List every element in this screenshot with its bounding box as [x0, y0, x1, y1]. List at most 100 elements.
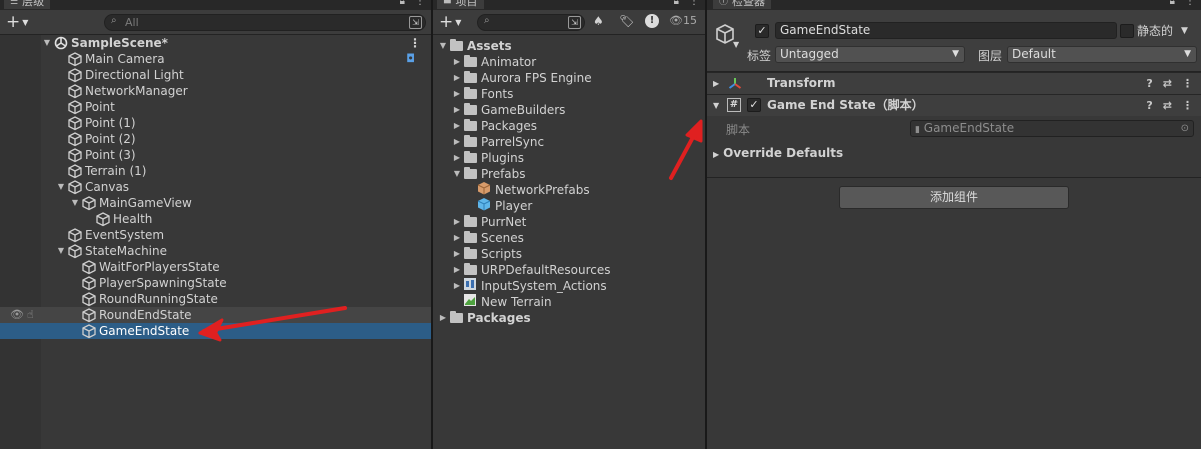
create-asset-button[interactable]: + ▼	[439, 13, 461, 31]
expand-arrow-icon[interactable]: ▶	[451, 102, 463, 118]
expand-arrow-icon[interactable]: ▶	[451, 86, 463, 102]
project-item[interactable]: ▶ GameBuilders	[433, 102, 705, 118]
expand-arrow-icon[interactable]: ▶	[451, 214, 463, 230]
expand-arrow-icon[interactable]: ▼	[437, 38, 449, 54]
hierarchy-item[interactable]: EventSystem	[0, 227, 431, 243]
expand-arrow-icon[interactable]: ▶	[713, 73, 719, 94]
presets-icon[interactable]: ⇄	[1163, 95, 1172, 116]
lock-icon[interactable]: 🔒︎	[400, 0, 405, 7]
more-menu-icon[interactable]: ⋮	[1185, 0, 1195, 7]
expand-arrow-icon[interactable]: ▶	[451, 246, 463, 262]
create-button[interactable]: + ▼	[6, 13, 28, 31]
warning-icon[interactable]: !	[645, 14, 659, 28]
hierarchy-item[interactable]: Point	[0, 99, 431, 115]
project-search-input[interactable]: ⌕ ⇲	[477, 14, 585, 31]
project-item[interactable]: ▶ Animator	[433, 54, 705, 70]
hierarchy-item[interactable]: Health	[0, 211, 431, 227]
tab-hierarchy[interactable]: ☰ 层级	[4, 0, 51, 9]
expand-arrow-icon[interactable]: ▶	[451, 70, 463, 86]
active-checkbox[interactable]: ✓	[755, 24, 769, 38]
hierarchy-item[interactable]: Point (1)	[0, 115, 431, 131]
hierarchy-item[interactable]: ▼ StateMachine	[0, 243, 431, 259]
hierarchy-item[interactable]: Point (2)	[0, 131, 431, 147]
hierarchy-item-label: StateMachine	[85, 244, 167, 258]
tag-dropdown[interactable]: Untagged ▼	[775, 46, 965, 63]
hierarchy-item[interactable]: Directional Light	[0, 67, 431, 83]
expand-arrow-icon[interactable]: ▶	[451, 230, 463, 246]
lock-icon[interactable]: 🔒︎	[674, 0, 679, 7]
project-item[interactable]: ▼ Assets	[433, 38, 705, 54]
project-item[interactable]: ▶ Fonts	[433, 86, 705, 102]
hierarchy-item[interactable]: ▼ Canvas	[0, 179, 431, 195]
tab-project[interactable]: ▬ 项目	[437, 0, 484, 9]
search-by-label-icon[interactable]: 🏷︎	[619, 14, 634, 28]
project-item[interactable]: NetworkPrefabs	[433, 182, 705, 198]
hierarchy-item[interactable]: Point (3)	[0, 147, 431, 163]
expand-arrow-icon[interactable]: ▶	[451, 262, 463, 278]
project-item[interactable]: ▶ InputSystem_Actions	[433, 278, 705, 294]
expand-arrow-icon[interactable]: ▼	[69, 195, 81, 211]
project-item[interactable]: ▶ Scenes	[433, 230, 705, 246]
project-item[interactable]: ▶ Scripts	[433, 246, 705, 262]
more-menu-icon[interactable]: ⋮	[415, 0, 425, 7]
expand-arrow-icon[interactable]: ▼	[55, 243, 67, 259]
expand-arrow-icon[interactable]: ▼	[41, 35, 53, 51]
override-defaults-foldout[interactable]: ▶ Override Defaults	[713, 146, 843, 160]
expand-arrow-icon[interactable]: ▶	[451, 278, 463, 294]
project-item[interactable]: ▶ Aurora FPS Engine	[433, 70, 705, 86]
project-item[interactable]: ▶ Packages	[433, 310, 705, 326]
help-icon[interactable]: ?	[1146, 95, 1152, 116]
project-item[interactable]: ▶ URPDefaultResources	[433, 262, 705, 278]
pickability-toggle-icon[interactable]: ☝	[27, 307, 34, 323]
project-item[interactable]: New Terrain	[433, 294, 705, 310]
tab-inspector[interactable]: ⓘ 检查器	[713, 0, 772, 9]
search-filter-toggle-icon[interactable]: ⇲	[409, 16, 422, 29]
icon-dropdown-icon[interactable]: ▼	[733, 40, 739, 49]
layer-dropdown[interactable]: Default ▼	[1007, 46, 1197, 63]
expand-arrow-icon[interactable]: ▶	[451, 134, 463, 150]
expand-arrow-icon[interactable]: ▶	[437, 310, 449, 326]
expand-arrow-icon[interactable]: ▶	[451, 150, 463, 166]
expand-arrow-icon[interactable]: ▼	[55, 179, 67, 195]
project-item[interactable]: ▶ Packages	[433, 118, 705, 134]
add-component-button[interactable]: 添加组件	[839, 186, 1069, 209]
hierarchy-item[interactable]: Terrain (1)	[0, 163, 431, 179]
static-dropdown-icon[interactable]: ▼	[1181, 26, 1188, 36]
expand-arrow-icon[interactable]: ▼	[713, 95, 719, 116]
visibility-toggle-icon[interactable]: 👁︎	[10, 307, 24, 323]
hierarchy-item[interactable]: 👁︎ ☝ RoundEndState	[0, 307, 431, 323]
help-icon[interactable]: ?	[1146, 73, 1152, 94]
lock-icon[interactable]: 🔒︎	[1170, 0, 1175, 7]
project-item[interactable]: ▶ PurrNet	[433, 214, 705, 230]
static-checkbox[interactable]	[1120, 24, 1134, 38]
scene-row[interactable]: ▼ SampleScene* ⋮	[0, 35, 431, 51]
component-menu-icon[interactable]: ⋮	[1182, 73, 1193, 94]
transform-component-header[interactable]: ▶ Transform ? ⇄ ⋮	[707, 72, 1201, 94]
project-item[interactable]: Player	[433, 198, 705, 214]
search-by-type-icon[interactable]: ♠	[593, 14, 604, 28]
component-menu-icon[interactable]: ⋮	[1182, 95, 1193, 116]
expand-arrow-icon[interactable]: ▶	[451, 54, 463, 70]
scene-menu-icon[interactable]: ⋮	[409, 35, 421, 51]
project-item[interactable]: ▼ Prefabs	[433, 166, 705, 182]
hierarchy-item[interactable]: PlayerSpawningState	[0, 275, 431, 291]
object-name-field[interactable]: GameEndState	[775, 22, 1117, 39]
hierarchy-item[interactable]: WaitForPlayersState	[0, 259, 431, 275]
hidden-packages-toggle[interactable]: 👁︎15	[669, 14, 697, 27]
hierarchy-item[interactable]: NetworkManager	[0, 83, 431, 99]
expand-arrow-icon[interactable]: ▼	[451, 166, 463, 182]
expand-arrow-icon[interactable]: ▶	[451, 118, 463, 134]
hierarchy-item[interactable]: RoundRunningState	[0, 291, 431, 307]
hierarchy-item[interactable]: ▼ MainGameView	[0, 195, 431, 211]
more-menu-icon[interactable]: ⋮	[689, 0, 699, 7]
hierarchy-item[interactable]: Main Camera ◘	[0, 51, 431, 67]
hierarchy-search-input[interactable]: ⌕ All ⇲	[104, 14, 426, 31]
search-filter-toggle-icon[interactable]: ⇲	[568, 16, 581, 29]
project-item[interactable]: ▶ Plugins	[433, 150, 705, 166]
hierarchy-item[interactable]: GameEndState	[0, 323, 431, 339]
gameobject-cube-icon	[81, 291, 97, 307]
component-enabled-checkbox[interactable]: ✓	[747, 98, 761, 112]
presets-icon[interactable]: ⇄	[1163, 73, 1172, 94]
script-component-header[interactable]: ▼ # ✓ Game End State（脚本） ? ⇄ ⋮	[707, 94, 1201, 116]
project-item[interactable]: ▶ ParrelSync	[433, 134, 705, 150]
